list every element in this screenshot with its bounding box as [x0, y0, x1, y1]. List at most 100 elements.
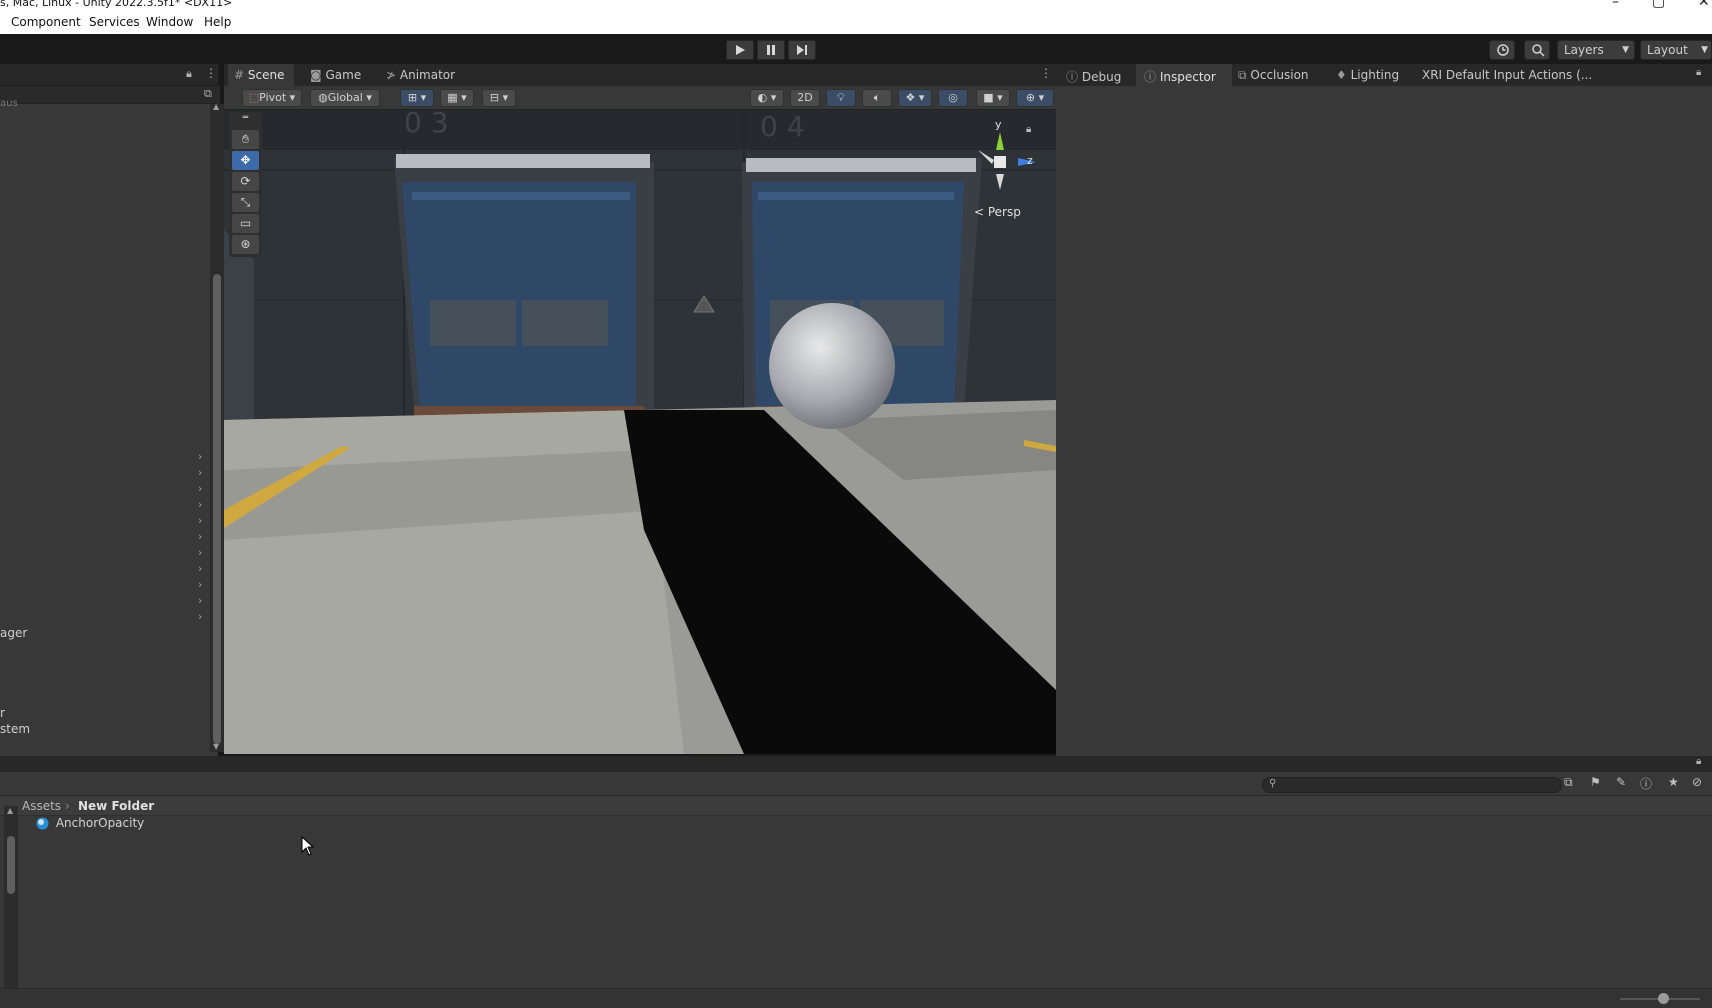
search-by-type-icon[interactable]: ⧉ — [204, 87, 212, 101]
transform-tool-icon[interactable]: ⊛ — [232, 235, 259, 254]
tab-debug-label: Debug — [1081, 70, 1122, 84]
global-dropdown[interactable]: ◍Global ▾ — [310, 89, 380, 107]
audio-icon: 🔈︎ — [873, 91, 881, 104]
more-options-icon[interactable]: ⋮ — [1040, 66, 1052, 80]
tab-inspector-label: Inspector — [1159, 70, 1216, 84]
pivot-dropdown[interactable]: ⬚Pivot ▾ — [242, 89, 302, 107]
audio-toggle-button[interactable]: 🔈︎ — [862, 89, 892, 107]
search-by-type-icon[interactable]: ⧉ — [1564, 775, 1573, 790]
hierarchy-search[interactable]: ⧉ — [0, 86, 220, 104]
lightbulb-icon: 💡︎ — [837, 91, 845, 104]
expand-icon[interactable]: › — [198, 563, 206, 574]
expand-icon[interactable]: › — [198, 467, 206, 478]
tab-animator[interactable]: ≯ Animator — [386, 68, 455, 82]
layers-label: Layers — [1564, 43, 1604, 57]
rotate-tool-icon[interactable]: ⟳ — [232, 172, 259, 191]
layers-dropdown[interactable]: Layers ▼ — [1557, 40, 1635, 60]
layout-dropdown[interactable]: Layout ▼ — [1640, 40, 1712, 60]
lock-icon[interactable]: 🔒︎ — [1696, 756, 1701, 767]
scene-tabbar: # Scene ◙ Game ≯ Animator ⋮ — [224, 64, 1056, 86]
tab-occlusion[interactable]: ⧉ Occlusion — [1238, 68, 1309, 83]
persp-label[interactable]: < Persp — [974, 205, 1021, 219]
move-tool-icon[interactable]: ✥ — [232, 151, 259, 170]
menu-item-window[interactable]: Window — [146, 15, 193, 29]
scrollbar-thumb[interactable] — [7, 836, 15, 894]
hierarchy-item-partial[interactable]: r — [0, 706, 5, 720]
inspector-panel — [1056, 86, 1712, 756]
more-options-icon[interactable]: ⋮ — [205, 66, 217, 80]
icon-size-slider-thumb[interactable] — [1658, 993, 1669, 1004]
breadcrumb-new-folder[interactable]: New Folder — [78, 799, 154, 813]
filter-by-label-icon[interactable]: ⚑ — [1590, 775, 1601, 789]
hierarchy-scrollbar[interactable]: ▲ ▼ — [210, 102, 224, 752]
play-button[interactable] — [726, 40, 754, 60]
history-button[interactable] — [1489, 40, 1515, 60]
menu-item-component[interactable]: Component — [11, 15, 81, 29]
scrollbar-thumb[interactable] — [213, 274, 221, 744]
expand-icon[interactable]: › — [198, 499, 206, 510]
project-search-input[interactable]: ⚲ — [1262, 777, 1562, 793]
gizmos-button[interactable]: ⊕ ▾ — [1016, 89, 1054, 107]
tab-game[interactable]: ◙ Game — [310, 68, 361, 82]
scroll-up-icon[interactable]: ▲ — [213, 102, 219, 111]
step-button[interactable] — [788, 40, 816, 60]
hidden-packages-icon[interactable]: ⊘ — [1692, 775, 1702, 789]
maximize-icon[interactable]: ▢ — [1652, 0, 1665, 10]
hierarchy-tabbar: 🔒︎ ⋮ — [0, 64, 218, 86]
favorite-star-icon[interactable]: ★ — [1668, 775, 1679, 789]
gizmo-lock-icon[interactable]: 🔒︎ — [1026, 124, 1031, 135]
label-icon[interactable]: ✎ — [1616, 775, 1626, 789]
tab-debug[interactable]: ⓘ Debug — [1066, 68, 1121, 85]
hand-tool-icon[interactable]: ✋︎ — [232, 130, 259, 149]
lock-icon[interactable]: 🔒︎ — [186, 67, 192, 81]
lock-icon[interactable]: 🔒︎ — [1696, 67, 1701, 78]
toggle-2d-button[interactable]: 2D — [790, 89, 820, 107]
minimize-icon[interactable]: – — [1612, 0, 1619, 10]
tools-handle-icon[interactable]: ═ — [232, 114, 259, 123]
camera-settings-button[interactable]: ■ ▾ — [976, 89, 1010, 107]
scale-tool-icon[interactable]: ⤡ — [232, 193, 259, 212]
scroll-down-icon[interactable]: ▼ — [213, 742, 219, 751]
expand-icon[interactable]: › — [198, 451, 206, 462]
menu-item-help[interactable]: Help — [204, 15, 231, 29]
shading-mode-button[interactable]: ◐ ▾ — [750, 89, 784, 107]
hierarchy-item-partial[interactable]: aus — [0, 98, 18, 109]
grid-icon: # — [234, 68, 245, 82]
tab-inspector[interactable]: ⓘ Inspector — [1144, 68, 1216, 85]
chevron-down-icon: ▼ — [1701, 45, 1708, 55]
hierarchy-item-partial[interactable]: stem — [0, 722, 30, 736]
expand-icon[interactable]: › — [198, 595, 206, 606]
info-icon[interactable]: ⓘ — [1640, 775, 1652, 792]
hidden-objects-button[interactable]: ◎ — [938, 89, 968, 107]
breadcrumb-assets[interactable]: Assets — [22, 799, 61, 813]
breadcrumb-separator-icon: › — [65, 799, 70, 813]
search-button[interactable] — [1524, 40, 1550, 60]
tab-occlusion-label: Occlusion — [1250, 68, 1309, 82]
project-tabbar: 🔒︎ — [0, 756, 1712, 772]
expand-icon[interactable]: › — [198, 547, 206, 558]
grid-visibility-button[interactable]: ▦ ▾ — [440, 89, 474, 107]
project-scrollbar[interactable]: ▲ — [4, 806, 18, 1008]
history-icon — [1497, 44, 1509, 56]
close-icon[interactable]: ✕ — [1698, 0, 1710, 10]
hierarchy-item-partial[interactable]: ager — [0, 626, 27, 640]
menu-item-services[interactable]: Services — [89, 15, 140, 29]
expand-icon[interactable]: › — [198, 531, 206, 542]
expand-icon[interactable]: › — [198, 579, 206, 590]
tab-lighting[interactable]: ♦ Lighting — [1336, 68, 1399, 82]
project-statusbar — [0, 988, 1712, 1008]
tab-scene[interactable]: # Scene — [234, 68, 284, 82]
list-item[interactable]: AnchorOpacity — [36, 816, 144, 834]
expand-icon[interactable]: › — [198, 515, 206, 526]
expand-icon[interactable]: › — [198, 611, 206, 622]
lighting-toggle-button[interactable]: 💡︎ — [826, 89, 856, 107]
rect-tool-icon[interactable]: ▭ — [232, 214, 259, 233]
expand-icon[interactable]: › — [198, 483, 206, 494]
scroll-up-icon[interactable]: ▲ — [7, 806, 13, 815]
tab-xri-input-actions[interactable]: XRI Default Input Actions (... — [1422, 68, 1592, 82]
pause-button[interactable] — [757, 40, 785, 60]
snap-grid-button[interactable]: ⊞ ▾ — [400, 89, 434, 107]
effects-button[interactable]: ❖ ▾ — [898, 89, 932, 107]
scene-viewport[interactable]: 0 3 0 4 — [224, 110, 1056, 754]
increment-snap-button[interactable]: ⊟ ▾ — [482, 89, 516, 107]
